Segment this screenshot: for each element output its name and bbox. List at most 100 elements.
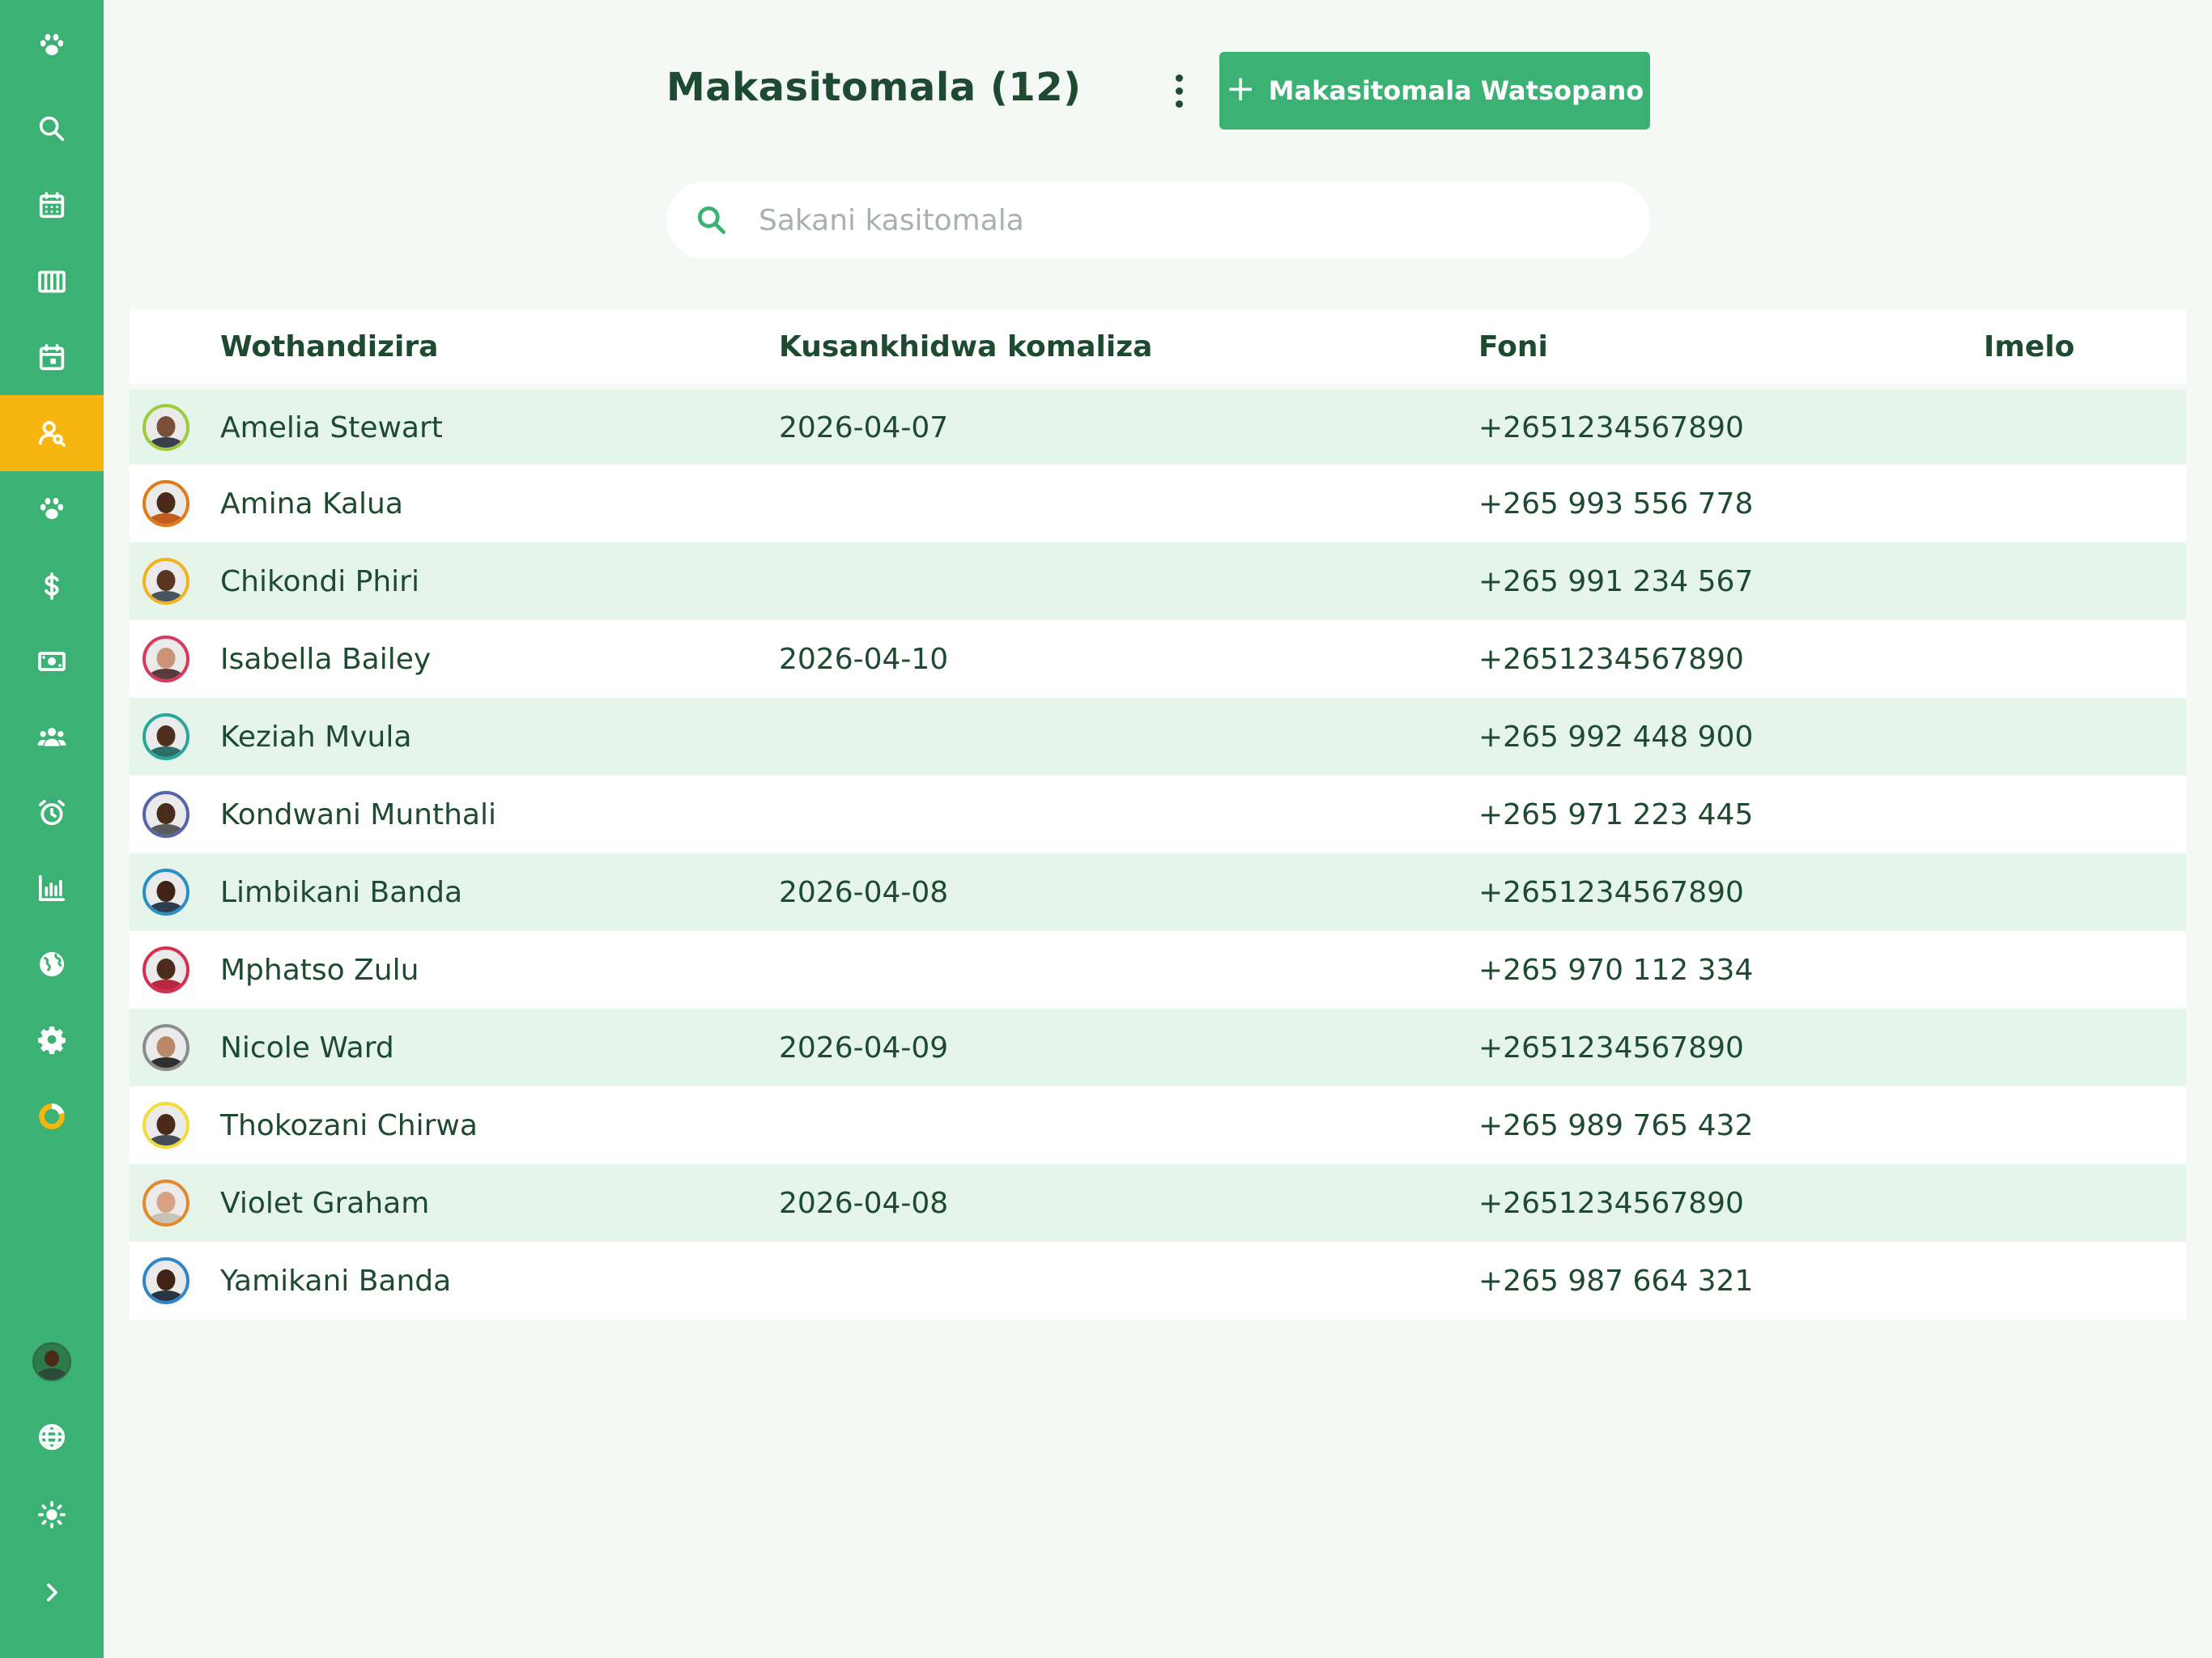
- customer-name: Violet Graham: [220, 1186, 430, 1220]
- email: [1984, 931, 2186, 1009]
- last-appointment: 2026-04-09: [779, 1031, 949, 1065]
- column-header-last-appointment[interactable]: Kusankhidwa komaliza: [779, 309, 1478, 387]
- last-appointment: [779, 698, 1478, 776]
- sidebar-item-pricing[interactable]: [0, 548, 104, 624]
- sidebar-item-customers[interactable]: [0, 395, 104, 471]
- language-globe-icon: [39, 1424, 65, 1450]
- table-row[interactable]: Limbikani Banda 2026-04-08 +2651234567890: [130, 853, 2186, 931]
- last-appointment: [779, 1086, 1478, 1164]
- table-row[interactable]: Isabella Bailey 2026-04-10 +2651234567890: [130, 620, 2186, 698]
- table-row[interactable]: Keziah Mvula +265 992 448 900: [130, 698, 2186, 776]
- table-row[interactable]: Chikondi Phiri +265 991 234 567: [130, 542, 2186, 620]
- progress-ring-icon: [39, 1103, 65, 1129]
- sidebar-item-reports[interactable]: [0, 850, 104, 926]
- customer-search-icon: [39, 421, 66, 447]
- avatar: [143, 869, 189, 916]
- calendar-icon: [39, 192, 65, 219]
- table-row[interactable]: Yamikani Banda +265 987 664 321: [130, 1242, 2186, 1320]
- last-appointment: [779, 1242, 1478, 1320]
- table-row[interactable]: Amelia Stewart 2026-04-07 +2651234567890: [130, 384, 2186, 465]
- customer-name: Kondwani Munthali: [220, 797, 496, 831]
- avatar: [143, 713, 189, 760]
- table-row[interactable]: Violet Graham 2026-04-08 +2651234567890: [130, 1164, 2186, 1242]
- phone: +265 993 556 778: [1478, 487, 1754, 521]
- column-header-phone[interactable]: Foni: [1478, 309, 1984, 387]
- phone: +2651234567890: [1478, 1186, 1744, 1220]
- last-appointment: [779, 931, 1478, 1009]
- avatar-cell: [130, 542, 220, 620]
- sidebar-item-search[interactable]: [0, 91, 104, 167]
- column-header-name[interactable]: Wothandizira: [220, 309, 779, 387]
- sidebar-item-pets-home[interactable]: [0, 7, 104, 83]
- table-row[interactable]: Amina Kalua +265 993 556 778: [130, 465, 2186, 542]
- email: [1984, 542, 2186, 620]
- avatar-cell: [130, 853, 220, 931]
- email: [1984, 776, 2186, 853]
- sidebar-item-appointments[interactable]: [0, 320, 104, 396]
- sidebar: [0, 0, 104, 1658]
- phone: +2651234567890: [1478, 875, 1744, 909]
- sidebar-item-theme[interactable]: [0, 1477, 104, 1553]
- customer-name: Nicole Ward: [220, 1031, 394, 1065]
- avatar-cell: [130, 620, 220, 698]
- search-input[interactable]: [757, 202, 1570, 238]
- users-icon: [37, 728, 66, 746]
- customer-name: Thokozani Chirwa: [220, 1108, 478, 1142]
- last-appointment: [779, 465, 1478, 542]
- sidebar-expand-button[interactable]: [0, 1554, 104, 1630]
- last-appointment: 2026-04-08: [779, 875, 949, 909]
- globe-icon: [40, 952, 64, 976]
- add-customer-label: Makasitomala Watsopano: [1268, 75, 1644, 106]
- email: [1984, 1164, 2186, 1242]
- avatar: [143, 480, 189, 527]
- avatar: [143, 1102, 189, 1149]
- customer-name: Mphatso Zulu: [220, 953, 419, 987]
- avatar-cell: [130, 931, 220, 1009]
- sidebar-item-website[interactable]: [0, 926, 104, 1002]
- add-customer-button[interactable]: + Makasitomala Watsopano: [1219, 52, 1650, 130]
- table-row[interactable]: Nicole Ward 2026-04-09 +2651234567890: [130, 1009, 2186, 1086]
- avatar-cell: [130, 465, 220, 542]
- sidebar-item-pets[interactable]: [0, 471, 104, 547]
- avatar: [143, 1257, 189, 1304]
- sidebar-item-calendar[interactable]: [0, 168, 104, 244]
- last-appointment: [779, 542, 1478, 620]
- phone: +2651234567890: [1478, 642, 1744, 676]
- sidebar-item-profile[interactable]: [0, 1324, 104, 1400]
- email: [1984, 853, 2186, 931]
- table-row[interactable]: Thokozani Chirwa +265 989 765 432: [130, 1086, 2186, 1164]
- alarm-clock-icon: [39, 800, 65, 826]
- sidebar-item-settings[interactable]: [0, 1001, 104, 1078]
- last-appointment: 2026-04-08: [779, 1186, 949, 1220]
- more-vertical-icon: [1175, 74, 1183, 82]
- sidebar-item-board[interactable]: [0, 244, 104, 320]
- search-icon: [39, 116, 65, 142]
- user-avatar: [32, 1342, 71, 1381]
- table-body: Amelia Stewart 2026-04-07 +2651234567890 Am…: [130, 384, 2186, 1320]
- sidebar-item-payments[interactable]: [0, 623, 104, 699]
- customer-name: Amelia Stewart: [220, 384, 779, 465]
- email: [1984, 1009, 2186, 1086]
- more-options-button[interactable]: [1163, 68, 1195, 113]
- table-row[interactable]: Kondwani Munthali +265 971 223 445: [130, 776, 2186, 853]
- page-title: Makasitomala (12): [666, 65, 1082, 110]
- sidebar-item-reminders[interactable]: [0, 775, 104, 851]
- phone: +2651234567890: [1478, 384, 1984, 465]
- phone: +265 971 223 445: [1478, 797, 1754, 831]
- avatar: [143, 946, 189, 993]
- column-header-email[interactable]: Imelo: [1984, 309, 2186, 387]
- sidebar-item-language[interactable]: [0, 1399, 104, 1475]
- avatar-cell: [130, 698, 220, 776]
- customer-name: Keziah Mvula: [220, 720, 412, 754]
- email: [1984, 465, 2186, 542]
- table-row[interactable]: Mphatso Zulu +265 970 112 334: [130, 931, 2186, 1009]
- avatar: [143, 636, 189, 682]
- sidebar-item-progress[interactable]: [0, 1078, 104, 1154]
- chevron-right-icon: [47, 1584, 57, 1601]
- phone: +265 970 112 334: [1478, 953, 1754, 987]
- calendar-day-icon: [39, 344, 65, 371]
- customers-table: Wothandizira Kusankhidwa komaliza Foni I…: [130, 309, 2186, 1320]
- sidebar-item-staff[interactable]: [0, 699, 104, 775]
- avatar-cell: [130, 1086, 220, 1164]
- search-box[interactable]: [666, 181, 1650, 259]
